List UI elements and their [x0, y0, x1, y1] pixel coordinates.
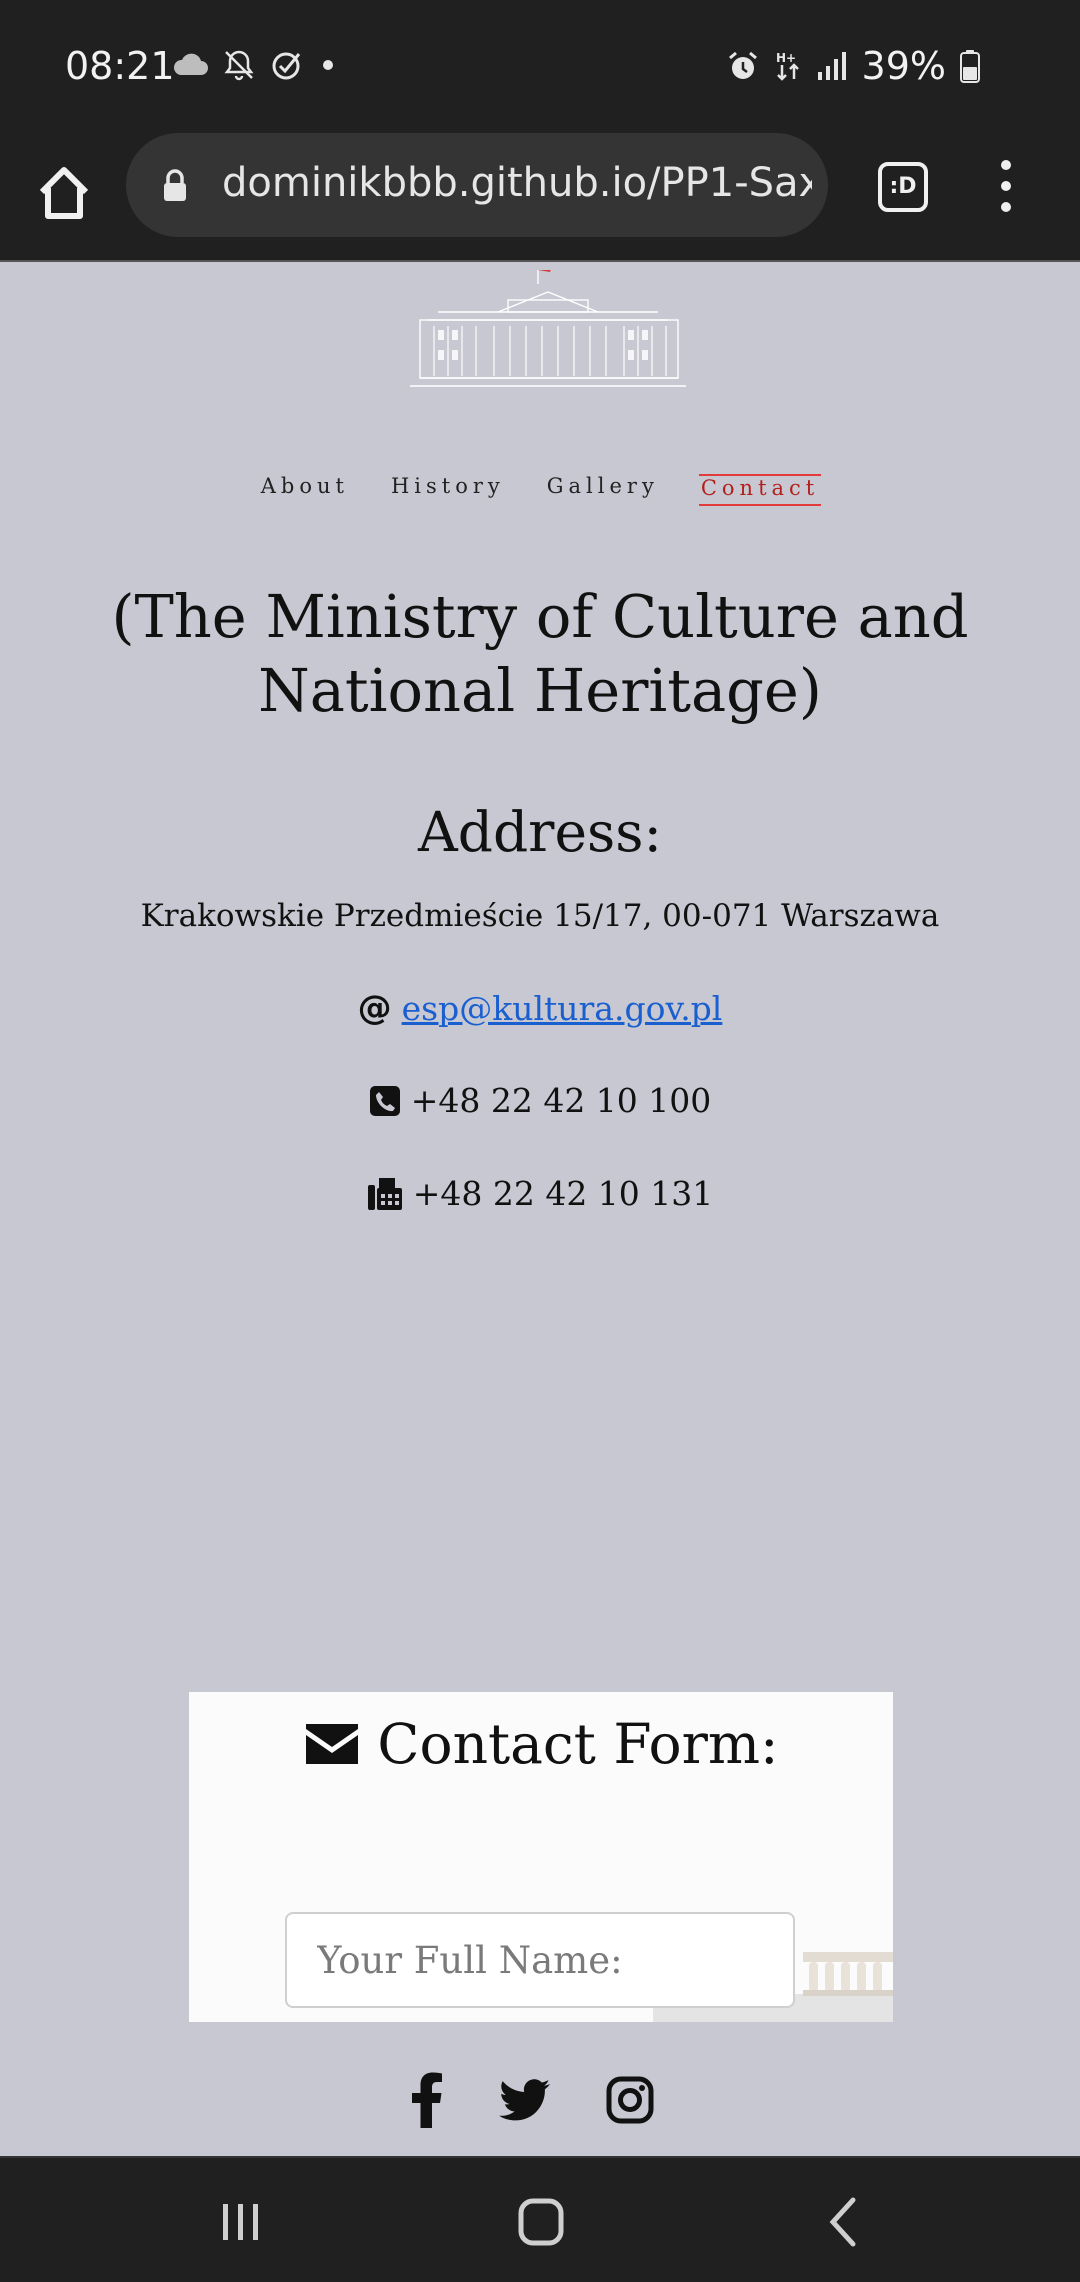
nav-contact[interactable]: Contact — [698, 474, 822, 506]
nav-gallery[interactable]: Gallery — [545, 474, 661, 506]
url-field[interactable]: dominikbbb.github.io/PP1-Saxo — [126, 133, 828, 237]
instagram-icon[interactable] — [606, 2076, 654, 2124]
back-icon[interactable] — [815, 2194, 875, 2250]
full-name-input[interactable] — [285, 1912, 795, 2008]
at-icon: @ — [357, 988, 392, 1028]
email-link[interactable]: esp@kultura.gov.pl — [402, 989, 723, 1028]
notifications-off-icon — [224, 50, 254, 81]
social-links — [410, 2072, 654, 2128]
cloud-icon — [173, 53, 208, 75]
battery-icon — [960, 50, 980, 83]
contact-form: Contact Form: — [189, 1692, 893, 2022]
tab-switcher-button[interactable]: :D — [878, 162, 928, 212]
battery-percent: 39% — [861, 44, 946, 88]
nav-history[interactable]: History — [389, 474, 507, 506]
svg-text:H+: H+ — [776, 51, 796, 65]
facebook-icon[interactable] — [410, 2072, 444, 2128]
lock-icon — [164, 169, 186, 201]
address-text: Krakowskie Przedmieście 15/17, 00-071 Wa… — [140, 898, 940, 934]
contact-form-title: Contact Form: — [377, 1712, 779, 1776]
signal-icon — [817, 52, 846, 80]
dot-icon — [323, 60, 333, 70]
home-nav-icon[interactable] — [512, 2194, 572, 2250]
fax-number: +48 22 42 10 131 — [412, 1174, 714, 1213]
twitter-icon[interactable] — [499, 2078, 551, 2122]
main-nav: About History Gallery Contact — [0, 474, 1080, 506]
palace-logo[interactable] — [398, 270, 698, 395]
status-left-icons — [172, 48, 338, 82]
alarm-icon — [728, 51, 757, 79]
phone-icon — [369, 1085, 400, 1116]
email-row: @ esp@kultura.gov.pl — [0, 988, 1080, 1028]
check-circle-icon — [272, 52, 301, 80]
more-options-icon[interactable] — [994, 160, 1018, 220]
envelope-icon — [306, 1724, 359, 1764]
url-text: dominikbbb.github.io/PP1-Saxo — [222, 160, 812, 206]
phone-row: +48 22 42 10 100 — [0, 1081, 1080, 1120]
fax-row: +48 22 42 10 131 — [0, 1174, 1080, 1213]
nav-about[interactable]: About — [259, 474, 351, 506]
contact-form-heading: Contact Form: — [189, 1712, 893, 1776]
status-right-icons: H+ 39% — [726, 44, 980, 88]
fax-icon — [367, 1177, 402, 1210]
recent-apps-icon[interactable] — [211, 2194, 271, 2250]
ministry-title: (The Ministry of Culture and National He… — [111, 582, 969, 725]
home-icon[interactable] — [34, 158, 94, 228]
phone-number: +48 22 42 10 100 — [410, 1081, 712, 1120]
status-bar: 08:21 H+ 39% — [0, 0, 1080, 130]
status-time: 08:21 — [65, 44, 175, 88]
address-heading: Address: — [418, 800, 662, 864]
system-nav-bar — [0, 2156, 1080, 2282]
browser-toolbar: dominikbbb.github.io/PP1-Saxo :D — [0, 130, 1080, 262]
data-transfer-icon: H+ — [776, 51, 799, 81]
